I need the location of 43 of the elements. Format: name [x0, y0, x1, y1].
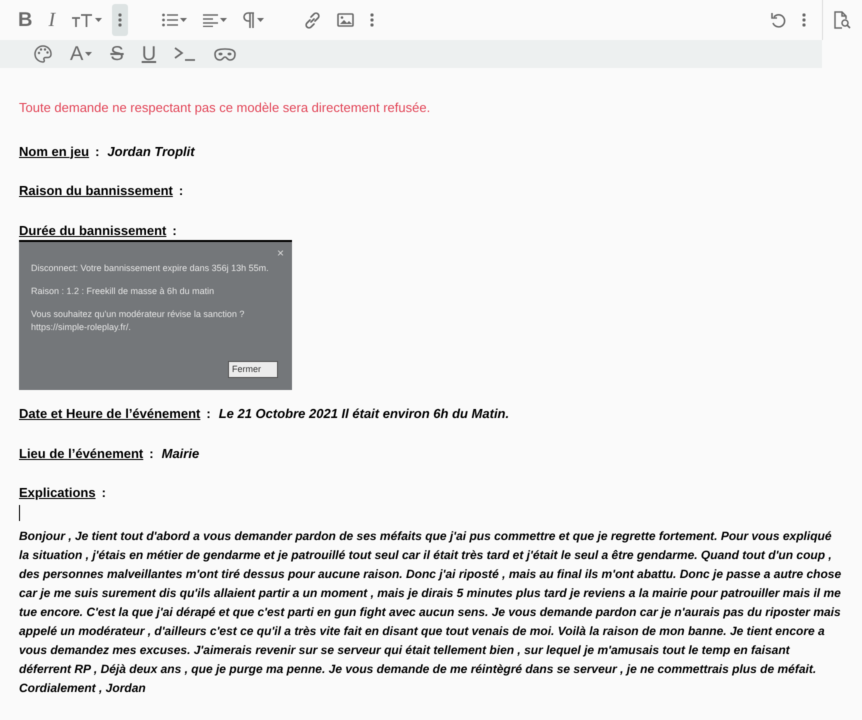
warning-notice: Toute demande ne respectant pas ce modèle sera directement refusée.: [19, 99, 432, 117]
field-value: Le 21 Octobre 2021 Il était environ 6h du Matin.: [218, 405, 510, 423]
field-label: Durée du bannissement: [19, 222, 166, 240]
undo-icon: [770, 12, 786, 28]
italic-button[interactable]: I: [42, 4, 62, 36]
align-left-icon: [203, 14, 218, 26]
field-value: Mairie: [162, 444, 200, 462]
more-options-button[interactable]: [112, 4, 128, 36]
field-value: Jordan Troplit: [107, 142, 195, 161]
palette-icon: [34, 45, 52, 63]
dialog-message: Disconnect: Votre bannissement expire dans 356j 13h 55m.: [31, 262, 270, 275]
dialog-message: Raison : 1.2 : Freekill de masse à 6h du matin: [31, 285, 216, 298]
image-icon: [337, 13, 354, 27]
colon: :: [149, 444, 154, 462]
colon: :: [102, 484, 106, 502]
list-icon: [162, 13, 178, 27]
field-label: Explications: [19, 484, 96, 502]
link-icon: [304, 12, 322, 28]
document-search-icon: [834, 11, 851, 29]
text-color-button[interactable]: A: [64, 38, 98, 70]
text-cursor: [19, 504, 20, 520]
explanation-text: Bonjour , Je tient tout d'abord a vous demander pardon de ses méfaits que j'ai pus commettre et que je regrette fortement. Pour vous expliqué la situation , j'étais en métier de gendarme et je patrouillé tout seul car il était très tard et j'était le seul a être gendarme. Quand tout d'un coup , des personnes malveillantes m'ont tiré dessus pour aucune raison. Donc j'ai riposté , mais au final ils m'ont abattu. Donc je passe a autre chose car je me suis surement dis qu'ils allaient partir a un moment , mais je dirais 5 minutes plus tard je reviens a la mairie pour patrouiller mais il me tue encore. C'est la que j'ai dérapé et que c'est parti en gun fight avec aucun sens. Je vous demande pardon car je n'aurais pas du riposter mais appelé un modérateur , d'ailleurs c'est ce qu'il a très vite fait en disant que tout venais de moi. Voilà la raison de mon banne. Je tient encore a vous demandez mes excuses. J'aimerais revenir sur se serveur qui était tellement bien , sur lequel je m'amusais tout le temp en faisant déferrent RP , Déjà deux ans , que je purge ma penne. Je vous demande de me réintègré dans se serveur , je ne commettrais plus de méfait.: [19, 528, 842, 678]
field-label: Date et Heure de l’événement: [19, 405, 200, 423]
bold-button[interactable]: B: [12, 4, 38, 36]
terminal-icon: [174, 47, 196, 61]
paragraph-icon: [243, 12, 256, 28]
dialog-message: Vous souhaitez qu'un modérateur révise la sanction ? https://simple-roleplay.fr/.: [31, 308, 246, 334]
field-label: Raison du bannissement: [19, 182, 173, 200]
colon: :: [172, 222, 177, 240]
close-icon: ×: [276, 244, 284, 262]
text-size-icon: [71, 12, 94, 28]
colon: :: [178, 182, 184, 200]
colon: :: [206, 405, 211, 423]
mask-icon: [214, 47, 236, 61]
strikethrough-button[interactable]: S: [104, 38, 130, 70]
more-icon: [118, 13, 122, 27]
explanation-text: Cordialement , Jordan: [19, 680, 147, 696]
more-icon: [370, 13, 374, 27]
more-icon: [802, 13, 806, 27]
field-label: Nom en jeu: [19, 142, 90, 161]
field-label: Lieu de l’événement: [19, 444, 144, 462]
colon: :: [95, 142, 100, 160]
underline-button[interactable]: U: [136, 38, 162, 70]
